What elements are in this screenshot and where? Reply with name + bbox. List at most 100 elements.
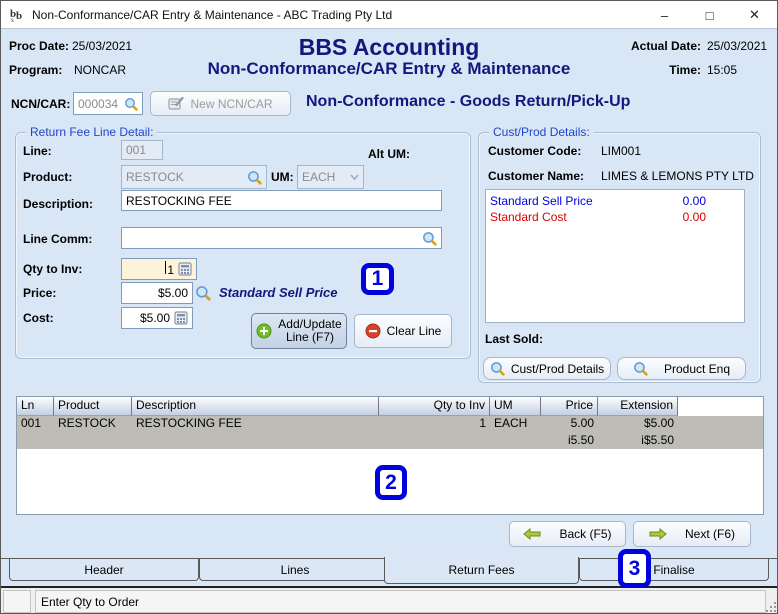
cell-um: EACH — [494, 416, 528, 430]
line-label: Line: — [23, 144, 52, 158]
calculator-icon[interactable] — [178, 262, 192, 276]
new-ncn-car-button[interactable]: New NCN/CAR — [150, 91, 291, 116]
cost-field[interactable]: $5.00 — [121, 307, 193, 329]
alt-um-label: Alt UM: — [368, 147, 410, 161]
table-row[interactable]: 001 RESTOCK RESTOCKING FEE 1 EACH 5.00 $… — [17, 416, 763, 433]
product-label: Product: — [23, 170, 73, 184]
annotation-1-label: 1 — [371, 267, 384, 290]
cell-qty — [379, 433, 490, 449]
ncn-type-heading: Non-Conformance - Goods Return/Pick-Up — [306, 93, 631, 110]
search-icon[interactable] — [422, 231, 437, 246]
um-label: UM: — [271, 170, 294, 184]
line-comm-field[interactable] — [121, 227, 442, 249]
price-note: Standard Sell Price — [219, 285, 338, 300]
app-logo-icon: b b s — [10, 8, 22, 23]
tab-return-fees[interactable]: Return Fees — [384, 557, 579, 584]
tab-finalise[interactable]: Finalise — [579, 559, 769, 581]
actual-date-value: 25/03/2021 — [707, 39, 768, 53]
cell-price: i5.50 — [567, 433, 594, 447]
list-item[interactable]: Standard Sell Price 0.00 — [490, 193, 740, 209]
ncn-car-input[interactable]: 000034 — [73, 92, 143, 115]
cell-description: RESTOCKING FEE — [136, 416, 242, 430]
column-header[interactable]: Price — [541, 397, 598, 416]
resize-grip-icon[interactable] — [764, 600, 776, 612]
column-header[interactable]: Qty to Inv — [379, 397, 490, 416]
window-title: Non-Conformance/CAR Entry & Maintenance … — [32, 7, 393, 22]
column-header[interactable]: Product — [54, 397, 132, 416]
time-label: Time: — [669, 63, 701, 77]
column-header[interactable]: Extension — [598, 397, 678, 416]
cell-extension: $5.00 — [643, 416, 674, 430]
tab-lines[interactable]: Lines — [199, 559, 391, 581]
svg-text:b: b — [16, 10, 22, 22]
cell-ln — [17, 433, 54, 449]
std-sell-price-label: Standard Sell Price — [490, 194, 593, 208]
cell-um — [490, 433, 541, 449]
last-sold-label: Last Sold: — [485, 332, 544, 346]
cust-prod-details-label: Cust/Prod Details — [510, 361, 605, 376]
close-button[interactable]: ✕ — [732, 1, 777, 29]
clear-line-label: Clear Line — [386, 324, 442, 338]
new-document-icon — [168, 96, 185, 110]
column-header[interactable]: Ln — [17, 397, 54, 416]
app-window: b b s Non-Conformance/CAR Entry & Mainte… — [0, 0, 778, 614]
cost-label: Cost: — [23, 311, 54, 325]
table-row[interactable]: i5.50 i$5.50 — [17, 433, 763, 449]
cell-product: RESTOCK — [58, 416, 116, 430]
cell-price: 5.00 — [570, 416, 594, 430]
product-field: RESTOCK — [121, 165, 267, 189]
column-header[interactable]: UM — [490, 397, 541, 416]
std-cost-value: 0.00 — [682, 210, 706, 224]
minus-circle-icon — [365, 323, 381, 339]
arrow-left-icon — [523, 528, 541, 540]
new-ncn-car-label: New NCN/CAR — [190, 96, 273, 111]
qty-to-inv-label: Qty to Inv: — [23, 262, 83, 276]
customer-name-label: Customer Name: — [488, 169, 585, 183]
search-icon[interactable] — [124, 97, 138, 111]
description-field[interactable]: RESTOCKING FEE — [121, 190, 442, 211]
price-value: $5.00 — [157, 286, 188, 300]
tab-return-fees-label: Return Fees — [448, 563, 515, 577]
product-enq-button[interactable]: Product Enq — [617, 357, 746, 380]
list-item[interactable]: Standard Cost 0.00 — [490, 209, 740, 225]
cell-qty: 1 — [479, 416, 486, 430]
tab-header-label: Header — [84, 562, 124, 577]
cell-ln: 001 — [21, 416, 42, 430]
status-panel-left — [3, 590, 31, 613]
next-button[interactable]: Next (F6) — [633, 521, 751, 547]
minimize-button[interactable]: – — [642, 1, 687, 29]
tab-finalise-label: Finalise — [653, 562, 695, 577]
price-list[interactable]: Standard Sell Price 0.00 Standard Cost 0… — [485, 189, 745, 323]
cust-prod-details-button[interactable]: Cust/Prod Details — [483, 357, 611, 380]
add-update-line-label-1: Add/Update — [278, 317, 342, 331]
description-label: Description: — [23, 197, 94, 211]
search-icon[interactable] — [195, 285, 211, 301]
back-button[interactable]: Back (F5) — [509, 521, 626, 547]
qty-to-inv-field[interactable]: 1 — [121, 258, 197, 280]
cell-description — [132, 433, 379, 449]
column-header[interactable]: Description — [132, 397, 379, 416]
svg-text:s: s — [11, 16, 14, 23]
tab-header[interactable]: Header — [9, 559, 199, 581]
customer-code-value: LIM001 — [601, 144, 642, 158]
line-value: 001 — [126, 143, 147, 157]
ncn-car-value: 000034 — [78, 96, 119, 111]
arrow-right-icon — [649, 528, 667, 540]
annotation-2-label: 2 — [385, 470, 397, 494]
calculator-icon[interactable] — [174, 311, 188, 325]
status-bar: Enter Qty to Order — [1, 586, 777, 613]
product-enq-label: Product Enq — [663, 361, 731, 376]
product-value: RESTOCK — [126, 170, 184, 184]
line-field: 001 — [121, 140, 163, 160]
annotation-3-label: 3 — [628, 556, 641, 580]
price-field[interactable]: $5.00 — [121, 282, 193, 304]
maximize-button[interactable]: □ — [687, 1, 732, 29]
std-sell-price-value: 0.00 — [682, 194, 706, 208]
um-dropdown[interactable]: EACH — [297, 165, 364, 189]
description-value: RESTOCKING FEE — [126, 193, 232, 208]
chevron-down-icon — [350, 174, 359, 180]
search-icon[interactable] — [247, 170, 262, 185]
add-update-line-button[interactable]: Add/Update Line (F7) — [251, 313, 347, 349]
clear-line-button[interactable]: Clear Line — [354, 314, 452, 348]
cell-product — [54, 433, 132, 449]
